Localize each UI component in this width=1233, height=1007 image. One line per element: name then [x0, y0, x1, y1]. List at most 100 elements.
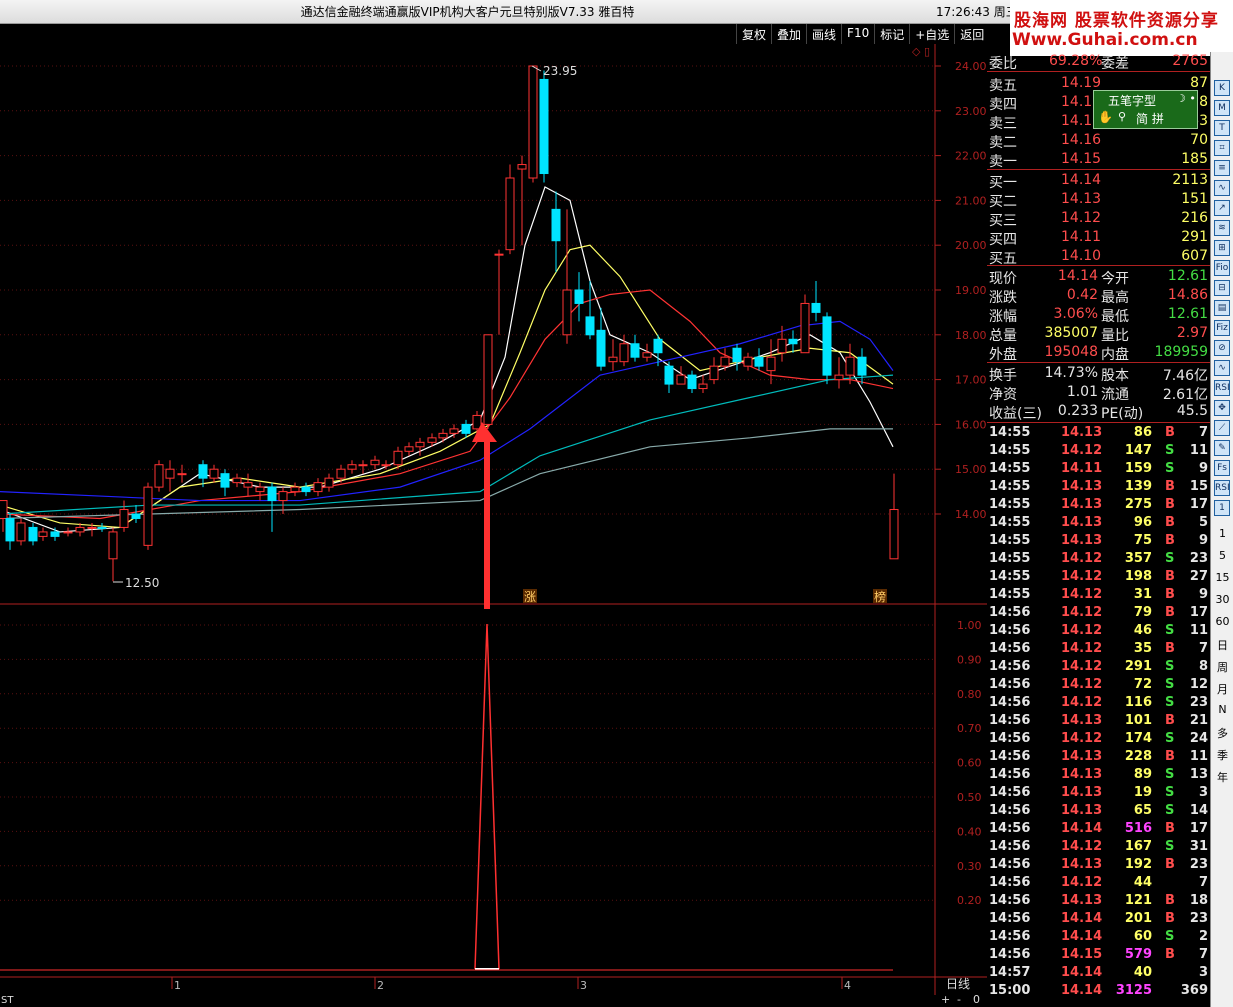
bid-row-cell: 607 — [1181, 248, 1208, 264]
tick-cell: 14.13 — [1061, 479, 1103, 494]
period-button[interactable]: 周 — [1213, 659, 1232, 675]
period-button[interactable]: N — [1213, 703, 1232, 716]
ask-row-cell: 185 — [1181, 151, 1208, 167]
search-icon[interactable]: ⚲ — [1118, 110, 1126, 123]
period-button[interactable]: 30 — [1213, 593, 1232, 606]
tick-cell: B — [1165, 857, 1175, 872]
tool-icon[interactable]: Fs — [1214, 460, 1230, 476]
tick-cell: S — [1165, 731, 1175, 746]
high-price-label: 23.95 — [543, 64, 577, 78]
period-button[interactable]: 月 — [1213, 681, 1232, 697]
tool-icon[interactable]: ✎ — [1214, 440, 1230, 456]
clock: 17:26:43 周三 — [936, 5, 1018, 19]
tick-cell: 23 — [1189, 911, 1208, 926]
overlay-button[interactable]: 叠加 — [771, 24, 806, 44]
tick-cell: 17 — [1189, 497, 1208, 512]
tool-icon[interactable]: ⊘ — [1214, 340, 1230, 356]
ime-toolbar[interactable]: 五笔字型 ☽ • ✋ ⚲ 简 拼 — [1093, 90, 1198, 129]
period-button[interactable]: 5 — [1213, 549, 1232, 562]
tool-icon[interactable]: 1 — [1214, 500, 1230, 516]
tool-icon[interactable]: RSI — [1214, 380, 1230, 396]
period-button[interactable]: 1 — [1213, 527, 1232, 540]
tick-cell: 14:56 — [989, 767, 1031, 782]
tick-cell: B — [1165, 821, 1175, 836]
indicator-tick-label: 0.50 — [957, 791, 982, 804]
tick-cell: 3 — [1198, 965, 1208, 980]
draw-line-button[interactable]: 画线 — [806, 24, 841, 44]
ask-row-cell: 卖三 — [989, 116, 1017, 132]
tick-cell: 14.12 — [1061, 695, 1103, 710]
tool-icon[interactable]: ▤ — [1214, 300, 1230, 316]
tool-icon[interactable]: ∿ — [1214, 360, 1230, 376]
mark-button[interactable]: 标记 — [874, 24, 909, 44]
period-button[interactable]: 年 — [1213, 769, 1232, 785]
fund-row: 换手 14.73% 股本 7.46亿 — [987, 364, 1210, 384]
kline-chart[interactable]: 24.0023.0022.0021.0020.0019.0018.0017.00… — [0, 44, 987, 995]
ime-options[interactable]: 简 拼 — [1136, 110, 1164, 127]
tool-icon[interactable]: ✥ — [1214, 400, 1230, 416]
tick-row: 14:56 14.13 65 S 14 — [987, 802, 1210, 820]
tick-cell: 9 — [1198, 533, 1208, 548]
tick-cell: 23 — [1189, 695, 1208, 710]
candle-body — [743, 356, 753, 367]
hand-icon[interactable]: ✋ — [1098, 110, 1113, 124]
zoom-in-button[interactable]: + — [941, 993, 950, 1006]
tool-icon[interactable]: ⟋ — [1214, 420, 1230, 436]
status-bar: ST + - 0 — [0, 993, 987, 1007]
tool-icon[interactable]: T — [1214, 120, 1230, 136]
candle-body — [754, 356, 764, 367]
tick-cell: B — [1165, 533, 1175, 548]
tick-cell: 14:56 — [989, 839, 1031, 854]
tick-cell: 3 — [1198, 785, 1208, 800]
tool-icon[interactable]: K — [1214, 80, 1230, 96]
fund-row-cell: 45.5 — [1176, 403, 1208, 419]
tick-cell: 14.14 — [1061, 821, 1103, 836]
tool-icon[interactable]: Fiz — [1214, 320, 1230, 336]
tick-cell: 357 — [1124, 551, 1152, 566]
ime-name[interactable]: 五笔字型 — [1108, 92, 1156, 109]
price-tick-label: 17.00 — [955, 374, 987, 387]
price-tick-label: 18.00 — [955, 329, 987, 342]
tool-icon[interactable]: ↗ — [1214, 200, 1230, 216]
tick-cell: 14:55 — [989, 587, 1031, 602]
ask-row-cell: 卖五 — [989, 78, 1017, 94]
f10-button[interactable]: F10 — [841, 24, 874, 44]
tick-cell: 15:00 — [989, 983, 1031, 998]
tick-cell: B — [1165, 911, 1175, 926]
tick-cell: 14.14 — [1061, 929, 1103, 944]
tool-icon[interactable]: ∿ — [1214, 180, 1230, 196]
period-button[interactable]: 日 — [1213, 637, 1232, 653]
candle-body — [347, 464, 357, 470]
tool-icon[interactable]: ⊟ — [1214, 280, 1230, 296]
zoom-reset[interactable]: 0 — [973, 993, 980, 1006]
tool-icon[interactable]: Fio — [1214, 260, 1230, 276]
add-watchlist-button[interactable]: +自选 — [909, 24, 954, 44]
price-axis: 24.00 23.00 22.00 21.00 20.00 19.00 18.00 17.00… — [935, 60, 987, 521]
tool-icon[interactable]: ⊞ — [1214, 240, 1230, 256]
candle-body — [505, 177, 515, 251]
moon-icon[interactable]: ☽ • — [1176, 92, 1196, 105]
candle-body — [676, 374, 686, 385]
tick-cell: 14:55 — [989, 479, 1031, 494]
back-button[interactable]: 返回 — [954, 24, 989, 44]
tick-cell: 14.14 — [1061, 983, 1103, 998]
ask-row: 卖二 14.16 70 — [987, 131, 1210, 151]
period-button[interactable]: 多 — [1213, 725, 1232, 741]
tool-icon[interactable]: ≋ — [1214, 220, 1230, 236]
tool-icon[interactable]: M — [1214, 100, 1230, 116]
candle-body — [800, 302, 810, 354]
tick-cell: 89 — [1133, 767, 1152, 782]
zoom-out-button[interactable]: - — [957, 993, 961, 1006]
tool-icon[interactable]: ⌗ — [1214, 140, 1230, 156]
candle-body — [642, 352, 652, 358]
candle-body — [119, 509, 129, 528]
tool-icon[interactable]: RSI — [1214, 480, 1230, 496]
fuquan-button[interactable]: 复权 — [736, 24, 771, 44]
tick-cell: 14.13 — [1061, 785, 1103, 800]
candle-body — [574, 289, 584, 304]
period-label[interactable]: 日线 — [946, 977, 970, 991]
tool-icon[interactable]: ≡ — [1214, 160, 1230, 176]
period-button[interactable]: 15 — [1213, 571, 1232, 584]
period-button[interactable]: 60 — [1213, 615, 1232, 628]
period-button[interactable]: 季 — [1213, 747, 1232, 763]
